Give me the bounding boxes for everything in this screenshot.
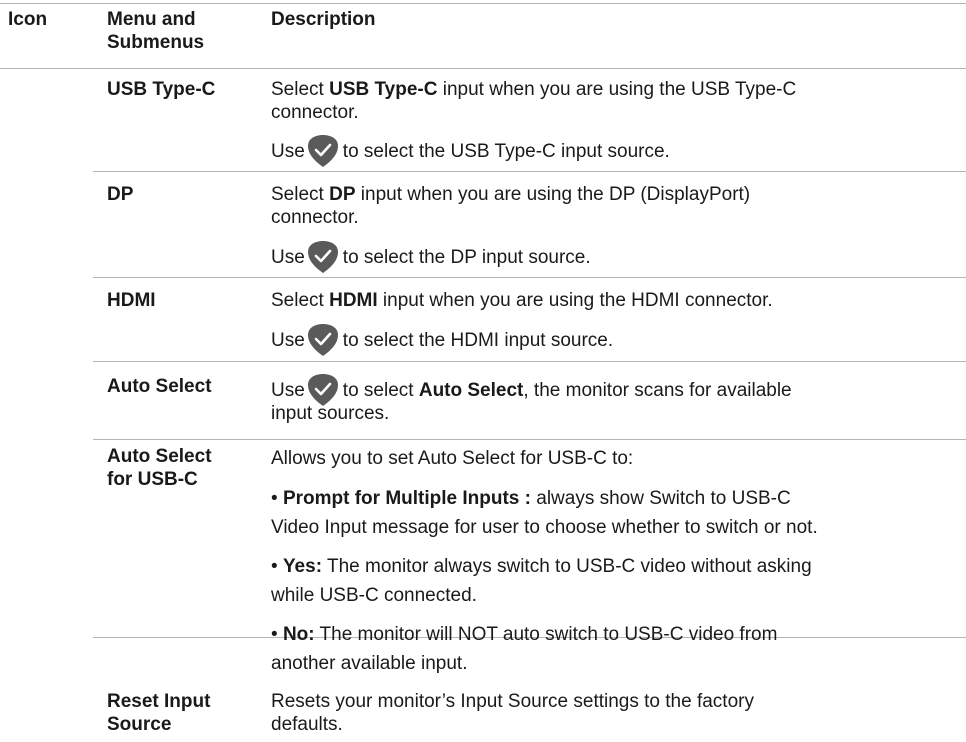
row-desc: Select USB Type-C input when you are usi… — [271, 79, 797, 100]
header-description: Description — [271, 9, 376, 30]
header-icon: Icon — [8, 9, 48, 30]
row-use-line: Use to select the DP input source. — [271, 240, 591, 273]
checkmark-shield-icon — [306, 240, 340, 274]
header-menu-line1: Menu and — [107, 9, 196, 30]
row-desc-intro: Allows you to set Auto Select for USB-C … — [271, 448, 634, 469]
header-menu-line2: Submenus — [107, 32, 205, 53]
row-desc: Resets your monitor’s Input Source setti… — [271, 691, 754, 712]
row-name-reset-input-source-line1: Reset Input — [107, 691, 211, 712]
table-top-rule — [0, 3, 966, 4]
header-rule — [0, 68, 966, 69]
option-prompt-multiple-inputs: • Prompt for Multiple Inputs : always sh… — [271, 488, 791, 509]
row-use-line: Use to select Auto Select, the monitor sc… — [271, 373, 792, 406]
row-desc-line2: defaults. — [271, 714, 343, 735]
row-desc: Select HDMI input when you are using the… — [271, 290, 773, 311]
row-desc: Select DP input when you are using the D… — [271, 184, 751, 205]
bullet: • — [271, 624, 278, 645]
row-desc-line2: input sources. — [271, 403, 390, 424]
row-rule — [93, 361, 966, 362]
row-desc-line2: connector. — [271, 207, 359, 228]
row-name-usb-type-c: USB Type-C — [107, 79, 216, 100]
row-name-auto-select: Auto Select — [107, 376, 212, 397]
row-name-dp: DP — [107, 184, 134, 205]
bullet: • — [271, 488, 278, 509]
checkmark-shield-icon — [306, 323, 340, 357]
row-use-line: Use to select the USB Type-C input source… — [271, 134, 670, 167]
checkmark-shield-icon — [306, 134, 340, 168]
row-name-reset-input-source-line2: Source — [107, 714, 172, 735]
row-name-auto-select-usb-c-line2: for USB-C — [107, 469, 198, 490]
option-yes-line2: while USB-C connected. — [271, 585, 477, 606]
option-prompt-line2: Video Input message for user to choose w… — [271, 517, 818, 538]
option-yes: • Yes: The monitor always switch to USB-… — [271, 556, 812, 577]
row-rule — [93, 439, 966, 440]
row-name-auto-select-usb-c-line1: Auto Select — [107, 446, 212, 467]
row-name-hdmi: HDMI — [107, 290, 156, 311]
option-no: • No: The monitor will NOT auto switch t… — [271, 624, 778, 645]
row-desc-line2: connector. — [271, 102, 359, 123]
row-use-line: Use to select the HDMI input source. — [271, 323, 613, 356]
row-rule — [93, 277, 966, 278]
option-no-line2: another available input. — [271, 653, 468, 674]
row-rule — [93, 171, 966, 172]
bullet: • — [271, 556, 278, 577]
